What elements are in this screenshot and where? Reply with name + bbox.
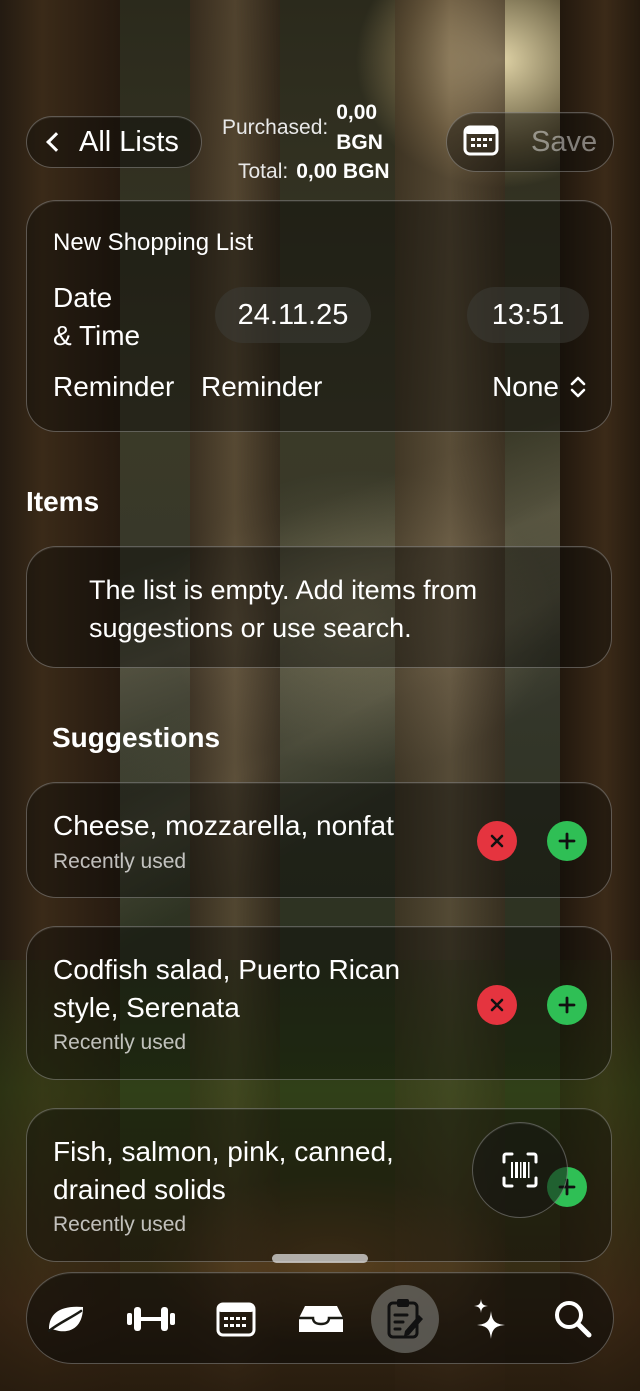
tab-calendar[interactable] (208, 1291, 264, 1347)
tab-shopping-list[interactable] (371, 1285, 439, 1353)
items-heading: Items (26, 486, 100, 517)
total-value: 0,00 BGN (296, 160, 390, 183)
suggestion-name: Fish, salmon, pink, canned, drained soli… (53, 1136, 394, 1205)
leaf-icon (47, 1306, 83, 1333)
dumbbell-icon (127, 1307, 175, 1331)
close-icon (490, 834, 504, 848)
header-actions: Save (446, 112, 614, 172)
back-button-label: All Lists (79, 125, 179, 158)
reminder-value: None (492, 371, 559, 402)
remove-suggestion-button[interactable] (477, 985, 517, 1025)
suggestion-name: Cheese, mozzarella, nonfat (53, 810, 394, 841)
suggestion-name: Codfish salad, Puerto Rican style, Seren… (53, 954, 401, 1023)
empty-message: The list is empty. Add items from sugges… (89, 575, 478, 643)
totals-summary: Purchased: 0,00 BGN Total: 0,00 BGN (222, 98, 422, 184)
tab-ai[interactable] (463, 1291, 519, 1347)
tab-bar (26, 1272, 614, 1364)
suggestion-item[interactable]: Codfish salad, Puerto Rican style, Seren… (26, 926, 612, 1080)
chevron-updown-icon (569, 374, 587, 400)
barcode-scan-icon (502, 1152, 538, 1188)
suggestion-item[interactable]: Cheese, mozzarella, nonfat Recently used (26, 782, 612, 898)
suggestion-subtitle: Recently used (53, 1031, 187, 1054)
total-label: Total: (238, 160, 289, 183)
add-suggestion-button[interactable] (547, 821, 587, 861)
close-icon (490, 998, 504, 1012)
suggestion-subtitle: Recently used (53, 850, 187, 873)
tab-pantry[interactable] (293, 1291, 349, 1347)
tray-icon (299, 1306, 343, 1332)
sparkles-icon (474, 1299, 505, 1339)
tab-workout[interactable] (123, 1291, 179, 1347)
empty-items-card: The list is empty. Add items from sugges… (26, 546, 612, 668)
remove-suggestion-button[interactable] (477, 821, 517, 861)
home-indicator (272, 1254, 368, 1263)
datetime-label: Date & Time (53, 282, 141, 351)
tab-search[interactable] (545, 1291, 601, 1347)
plus-icon (558, 832, 576, 850)
date-picker[interactable]: 24.11.25 (215, 287, 371, 343)
barcode-scan-button[interactable] (472, 1122, 568, 1218)
purchased-label: Purchased: (222, 116, 329, 139)
search-icon (555, 1301, 592, 1338)
purchased-value: 0,00 BGN (336, 101, 383, 154)
add-suggestion-button[interactable] (547, 985, 587, 1025)
calendar-icon (216, 1302, 256, 1337)
reminder-label: Reminder (53, 371, 175, 402)
back-button[interactable]: All Lists (26, 116, 202, 168)
calendar-icon[interactable] (463, 124, 499, 161)
reminder-label-secondary: Reminder (201, 371, 323, 402)
clipboard-edit-icon (387, 1299, 423, 1339)
save-button[interactable]: Save (531, 126, 597, 159)
plus-icon (558, 996, 576, 1014)
list-name[interactable]: New Shopping List (53, 229, 253, 257)
reminder-select[interactable]: None (492, 371, 587, 403)
time-picker[interactable]: 13:51 (467, 287, 589, 343)
suggestion-subtitle: Recently used (53, 1213, 187, 1236)
suggestions-heading: Suggestions (52, 722, 221, 753)
chevron-left-icon (46, 132, 66, 152)
list-details-card: New Shopping List Date & Time 24.11.25 1… (26, 200, 612, 432)
tab-leaf[interactable] (39, 1291, 95, 1347)
